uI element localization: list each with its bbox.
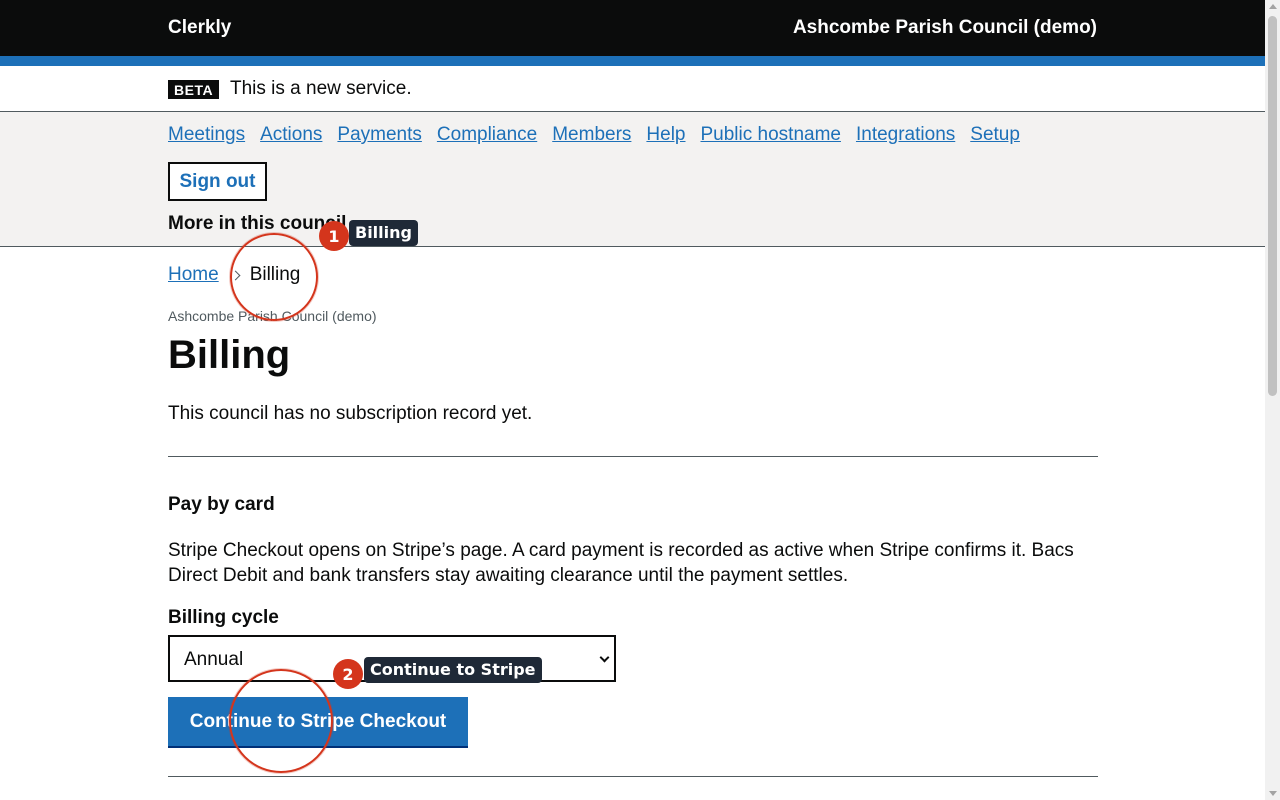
intro-text: This council has no subscription record … [168, 403, 533, 424]
marker-ring [230, 233, 318, 321]
nav-link-actions[interactable]: Actions [260, 124, 322, 146]
scroll-down-arrow-icon[interactable] [1269, 791, 1277, 796]
service-navigation: Meetings Actions Payments Compliance Mem… [0, 112, 1265, 247]
nav-link-help[interactable]: Help [646, 124, 685, 146]
nav-link-meetings[interactable]: Meetings [168, 124, 245, 146]
nav-link-members[interactable]: Members [552, 124, 631, 146]
brand-name[interactable]: Clerkly [168, 17, 231, 39]
council-name[interactable]: Ashcombe Parish Council (demo) [793, 17, 1097, 39]
site-header: Clerkly Ashcombe Parish Council (demo) [0, 0, 1265, 56]
marker-label: Continue to Stripe [364, 657, 542, 683]
page-title: Billing [168, 333, 291, 377]
breadcrumb-home-link[interactable]: Home [168, 264, 219, 286]
nav-link-compliance[interactable]: Compliance [437, 124, 537, 146]
page-scrollbar[interactable] [1265, 0, 1280, 800]
scrollbar-thumb[interactable] [1268, 16, 1277, 396]
sign-out-button[interactable]: Sign out [168, 162, 267, 201]
pay-by-card-body: Stripe Checkout opens on Stripe’s page. … [168, 540, 1074, 586]
marker-number: 1 [319, 221, 349, 251]
marker-number: 2 [333, 659, 363, 689]
nav-links: Meetings Actions Payments Compliance Mem… [168, 124, 1035, 146]
marker-label: Billing [349, 220, 418, 246]
header-accent-bar [0, 56, 1265, 66]
section-divider [168, 456, 1098, 457]
nav-link-setup[interactable]: Setup [970, 124, 1020, 146]
billing-cycle-value: Annual [184, 649, 244, 670]
pay-by-card-heading: Pay by card [168, 494, 275, 515]
beta-text: This is a new service. [230, 78, 412, 99]
nav-link-integrations[interactable]: Integrations [856, 124, 955, 146]
beta-tag: BETA [168, 80, 220, 99]
nav-link-public-hostname[interactable]: Public hostname [701, 124, 841, 146]
section-divider [168, 776, 1098, 777]
phase-banner: BETA This is a new service. [0, 66, 1265, 112]
marker-ring [229, 669, 333, 773]
chevron-down-icon [599, 652, 610, 663]
scroll-up-arrow-icon[interactable] [1269, 4, 1277, 9]
nav-link-payments[interactable]: Payments [337, 124, 421, 146]
billing-cycle-label: Billing cycle [168, 607, 279, 628]
